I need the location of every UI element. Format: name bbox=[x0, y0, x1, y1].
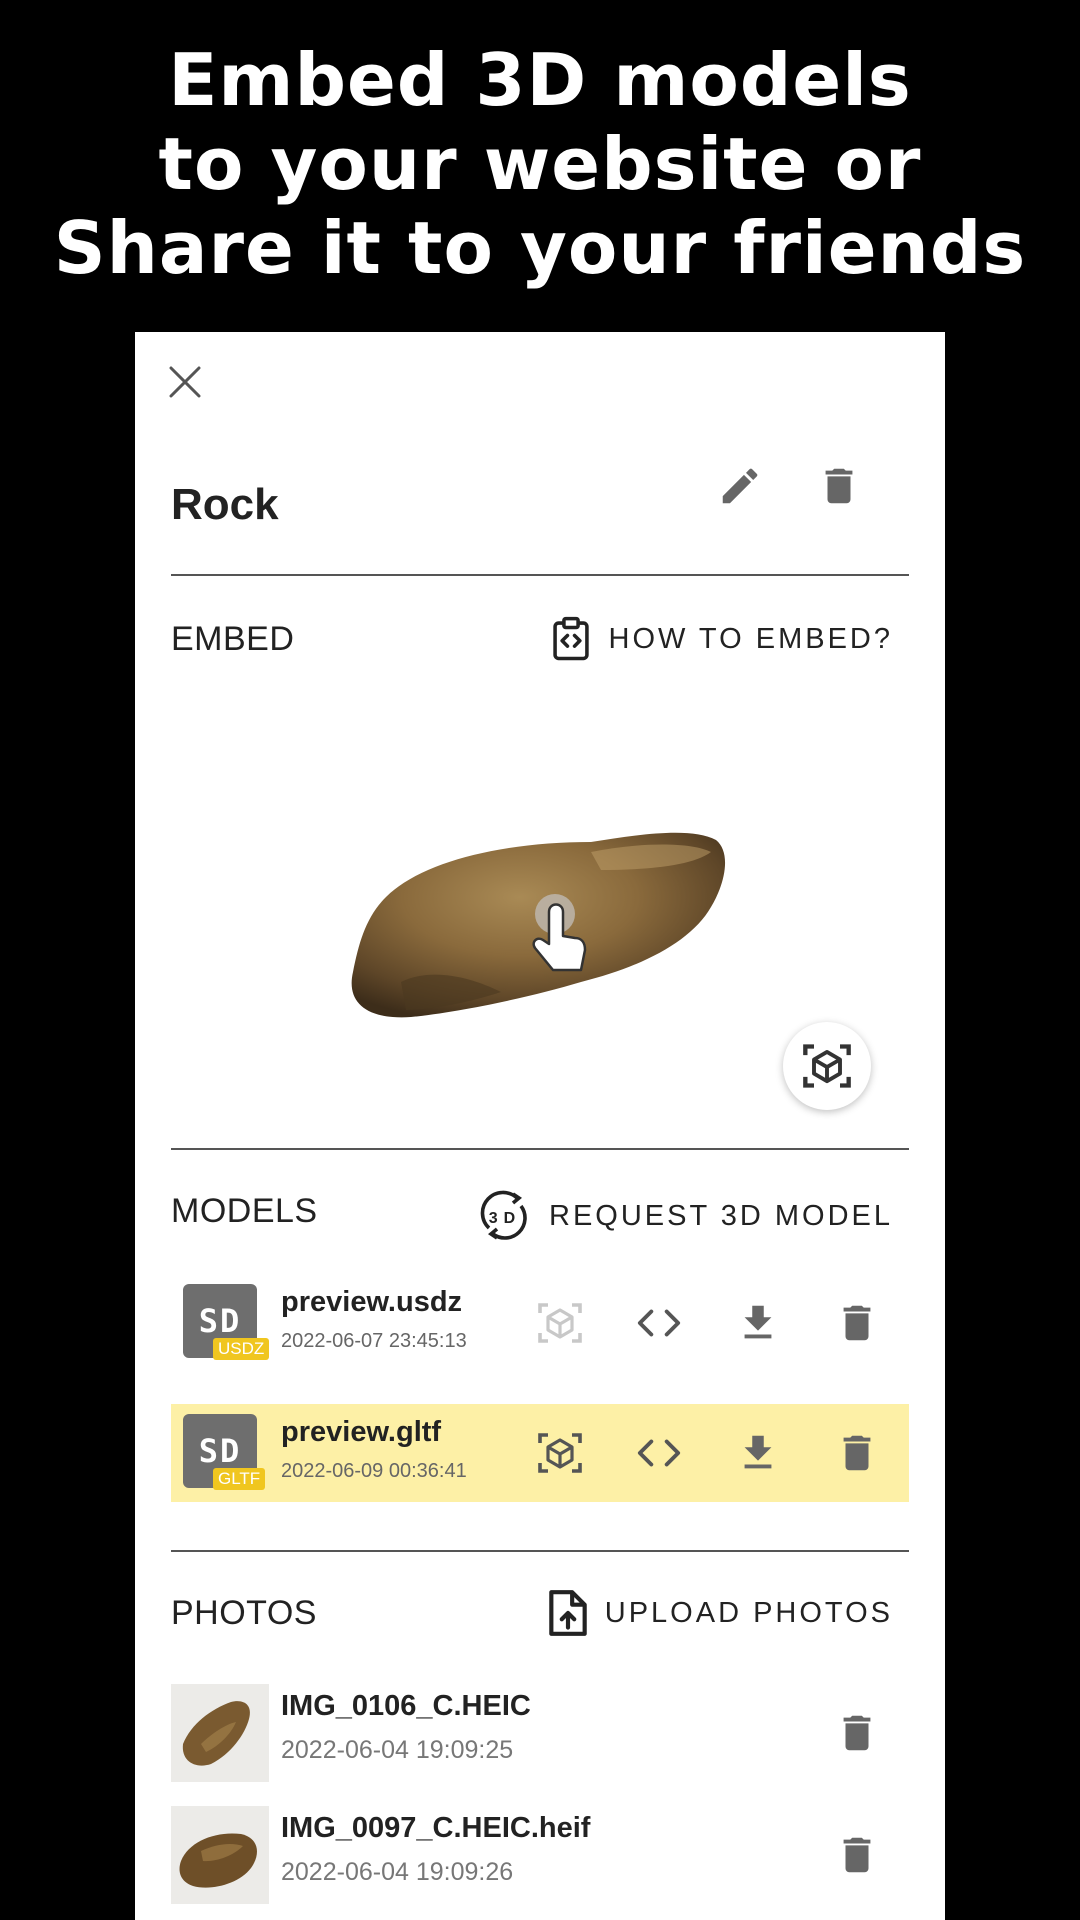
file-upload-icon bbox=[548, 1590, 587, 1636]
delete-file-button[interactable] bbox=[827, 1293, 887, 1353]
delete-model-button[interactable] bbox=[809, 456, 869, 516]
trash-icon bbox=[843, 1837, 871, 1873]
thumbnail-label: SD bbox=[198, 1432, 242, 1470]
photo-date: 2022-06-04 19:09:26 bbox=[281, 1858, 514, 1886]
file-name: preview.usdz bbox=[281, 1286, 463, 1318]
upload-photos-button[interactable]: UPLOAD PHOTOS bbox=[547, 1588, 893, 1638]
models-section-label: MODELS bbox=[171, 1192, 318, 1230]
code-icon bbox=[637, 1309, 681, 1337]
file-date: 2022-06-07 23:45:13 bbox=[281, 1330, 467, 1352]
svg-text:3D: 3D bbox=[489, 1210, 521, 1227]
trash-icon bbox=[825, 468, 853, 504]
headline-line-1: Embed 3D models bbox=[168, 38, 912, 122]
ar-cube-icon bbox=[538, 1433, 582, 1473]
photo-thumbnail bbox=[171, 1684, 269, 1782]
trash-icon bbox=[843, 1305, 871, 1341]
code-icon bbox=[637, 1439, 681, 1467]
file-date: 2022-06-09 00:36:41 bbox=[281, 1460, 467, 1482]
headline-line-2: to your website or bbox=[158, 122, 922, 206]
pencil-icon bbox=[722, 468, 758, 504]
trash-icon bbox=[843, 1715, 871, 1751]
how-to-embed-button[interactable]: HOW TO EMBED? bbox=[549, 616, 893, 662]
photo-date: 2022-06-04 19:09:25 bbox=[281, 1736, 514, 1764]
edit-button[interactable] bbox=[710, 456, 770, 516]
file-name: preview.gltf bbox=[281, 1416, 442, 1448]
divider bbox=[171, 574, 909, 576]
download-icon bbox=[744, 1435, 772, 1469]
divider bbox=[171, 1550, 909, 1552]
model-file-row[interactable]: SD GLTF preview.gltf 2022-06-09 00:36:41 bbox=[171, 1404, 909, 1502]
code-clipboard-icon bbox=[552, 616, 589, 661]
embed-code-button[interactable] bbox=[629, 1423, 689, 1483]
view-in-ar-button[interactable] bbox=[530, 1423, 590, 1483]
photos-section-label: PHOTOS bbox=[171, 1594, 317, 1632]
model-file-row[interactable]: SD USDZ preview.usdz 2022-06-07 23:45:13 bbox=[171, 1274, 909, 1372]
file-type-badge: USDZ bbox=[213, 1338, 270, 1360]
photo-thumbnail bbox=[171, 1806, 269, 1904]
embed-code-button[interactable] bbox=[629, 1293, 689, 1353]
delete-photo-button[interactable] bbox=[827, 1703, 887, 1763]
photo-row[interactable]: IMG_0097_C.HEIC.heif 2022-06-04 19:09:26 bbox=[171, 1806, 909, 1906]
photo-name: IMG_0097_C.HEIC.heif bbox=[281, 1812, 591, 1844]
how-to-embed-label: HOW TO EMBED? bbox=[608, 622, 893, 655]
embed-section-label: EMBED bbox=[171, 620, 295, 658]
download-icon bbox=[744, 1305, 772, 1339]
file-type-badge: GLTF bbox=[213, 1468, 266, 1490]
model-detail-dialog: Rock EMBED HOW TO EMBED? MODELS 3D REQUE… bbox=[135, 332, 945, 1920]
request-3d-model-label: REQUEST 3D MODEL bbox=[549, 1199, 893, 1232]
ar-cube-icon bbox=[803, 1044, 851, 1088]
model-title: Rock bbox=[171, 480, 279, 529]
3d-rotate-icon: 3D bbox=[480, 1190, 527, 1240]
promo-headline: Embed 3D models to your website or Share… bbox=[0, 38, 1080, 290]
download-button[interactable] bbox=[728, 1423, 788, 1483]
divider bbox=[171, 1148, 909, 1150]
thumbnail-label: SD bbox=[198, 1302, 242, 1340]
request-3d-model-button[interactable]: 3D REQUEST 3D MODEL bbox=[477, 1188, 893, 1244]
download-button[interactable] bbox=[728, 1293, 788, 1353]
delete-file-button[interactable] bbox=[827, 1423, 887, 1483]
delete-photo-button[interactable] bbox=[827, 1825, 887, 1885]
upload-photos-label: UPLOAD PHOTOS bbox=[604, 1596, 893, 1629]
view-in-ar-button[interactable] bbox=[783, 1022, 871, 1110]
headline-line-3: Share it to your friends bbox=[53, 206, 1027, 290]
photo-row[interactable]: IMG_0106_C.HEIC 2022-06-04 19:09:25 bbox=[171, 1684, 909, 1784]
close-button[interactable] bbox=[163, 360, 207, 404]
photo-name: IMG_0106_C.HEIC bbox=[281, 1690, 531, 1722]
ar-cube-icon bbox=[538, 1303, 582, 1343]
view-in-ar-button[interactable] bbox=[530, 1293, 590, 1353]
trash-icon bbox=[843, 1435, 871, 1471]
close-icon bbox=[169, 366, 201, 398]
